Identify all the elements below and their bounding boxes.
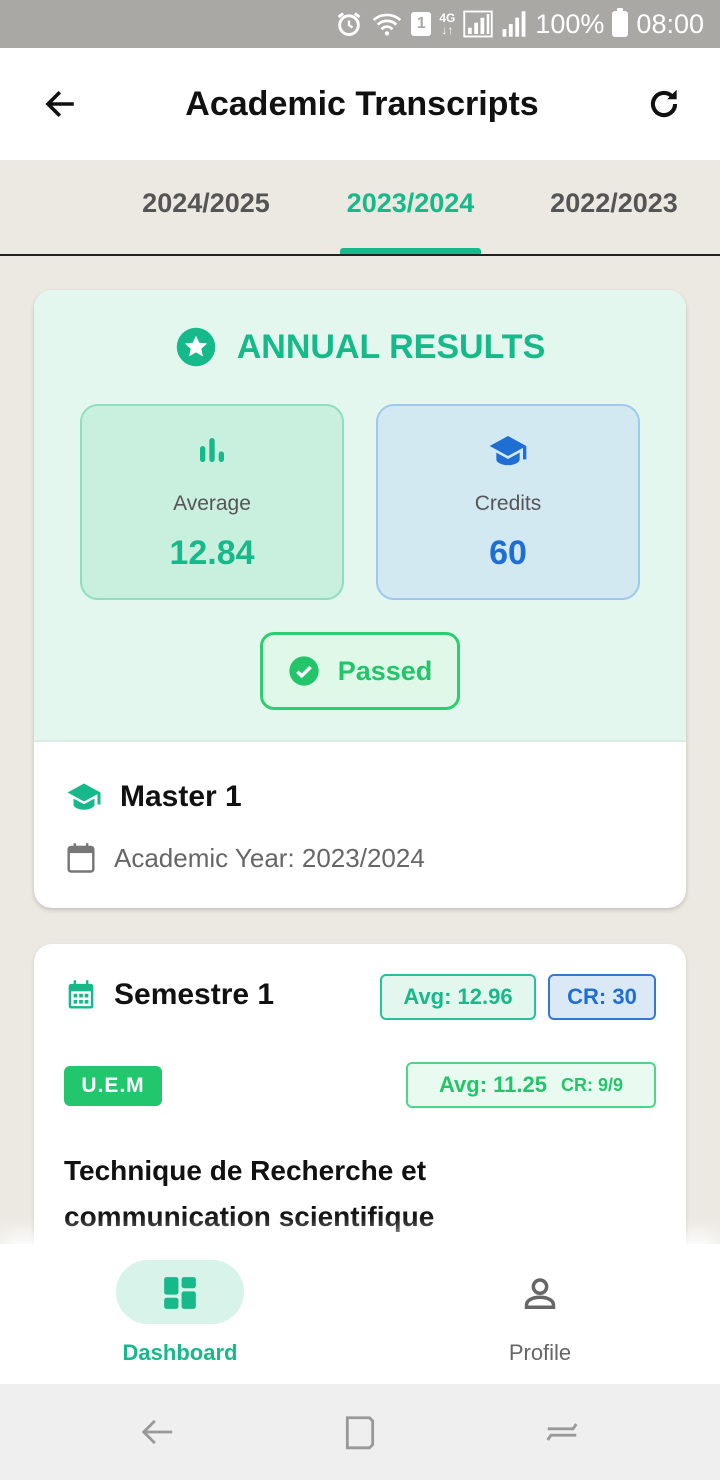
- status-bar: 1 4G ↓↑ 100% 08:00: [0, 0, 720, 48]
- graduation-cap-icon: [378, 434, 638, 468]
- average-stat: Average 12.84: [80, 404, 344, 600]
- credits-label: Credits: [474, 492, 542, 515]
- tab-2024-2025[interactable]: 2024/2025: [136, 188, 276, 219]
- nav-dashboard-label: Dashboard: [122, 1340, 238, 1365]
- dashboard-icon: [60, 1274, 300, 1312]
- nav-profile-label: Profile: [508, 1340, 572, 1365]
- annual-results-heading: ANNUAL RESULTS: [34, 326, 686, 368]
- academic-year-text: Academic Year: 2023/2024: [114, 842, 425, 873]
- active-tab-indicator: [340, 248, 481, 254]
- signal-icon-2: [501, 9, 527, 39]
- credits-value: 60: [489, 534, 527, 572]
- tab-2023-2024[interactable]: 2023/2024: [340, 188, 481, 219]
- calendar-icon: [68, 980, 94, 1009]
- system-home-button[interactable]: [340, 1412, 380, 1452]
- refresh-icon: [650, 89, 678, 118]
- battery-percent: 100%: [535, 8, 605, 39]
- wifi-icon: [371, 9, 403, 39]
- tab-2022-2023[interactable]: 2022/2023: [544, 188, 684, 219]
- system-recents-icon: [546, 1423, 578, 1441]
- bar-chart-icon: [82, 434, 342, 466]
- unit-credits: CR: 9/9: [561, 1074, 624, 1095]
- bottom-navigation: Dashboard Profile: [0, 1244, 720, 1384]
- unit-average: Avg: 11.25: [438, 1072, 547, 1097]
- level-name: Master 1: [120, 780, 242, 813]
- semester-average-badge: Avg: 12.96: [380, 974, 536, 1020]
- system-recents-button[interactable]: [542, 1412, 582, 1452]
- annual-results-card: ANNUAL RESULTS Average 12.84 Credits 60 …: [34, 290, 686, 908]
- sim-slot-icon: 1: [411, 12, 432, 36]
- semester-card[interactable]: Semestre 1 Avg: 12.96 CR: 30 U.E.M Avg: …: [34, 944, 686, 1284]
- academic-year-row: Academic Year: 2023/2024: [66, 842, 425, 874]
- signal-icon: [463, 9, 494, 39]
- status-badge: Passed: [260, 632, 460, 710]
- page-title: Academic Transcripts: [185, 84, 539, 123]
- annual-results-title: ANNUAL RESULTS: [236, 327, 546, 366]
- average-value: 12.84: [169, 534, 255, 572]
- nav-dashboard[interactable]: Dashboard: [60, 1260, 300, 1370]
- year-tabs: 2024/2025 2023/2024 2022/2023: [0, 160, 720, 256]
- star-badge-icon: [176, 327, 215, 367]
- status-label: Passed: [337, 655, 433, 686]
- graduation-cap-icon: [67, 783, 101, 810]
- app-bar: Academic Transcripts: [0, 48, 720, 160]
- person-icon: [420, 1274, 660, 1312]
- check-circle-icon: [289, 656, 319, 686]
- system-back-icon: [141, 1419, 173, 1445]
- credits-stat: Credits 60: [376, 404, 640, 600]
- unit-stats-badge: Avg: 11.25 CR: 9/9: [406, 1062, 656, 1108]
- system-navigation-bar: [0, 1384, 720, 1480]
- annual-results-summary: ANNUAL RESULTS Average 12.84 Credits 60 …: [34, 290, 686, 742]
- clock: 08:00: [636, 8, 704, 39]
- alarm-icon: [335, 9, 363, 39]
- level-row: Master 1: [66, 780, 242, 814]
- average-label: Average: [173, 492, 251, 515]
- calendar-icon: [67, 843, 95, 873]
- system-back-button[interactable]: [138, 1412, 178, 1452]
- network-type-icon: 4G ↓↑: [439, 11, 456, 37]
- semester-heading: Semestre 1: [66, 978, 274, 1012]
- semester-credits-badge: CR: 30: [548, 974, 656, 1020]
- back-button[interactable]: [32, 76, 88, 132]
- nav-profile[interactable]: Profile: [420, 1260, 660, 1370]
- arrow-back-icon: [45, 90, 74, 118]
- system-home-icon: [345, 1416, 375, 1450]
- refresh-button[interactable]: [636, 76, 692, 132]
- module-name: Technique de Recherche et communication …: [64, 1155, 435, 1232]
- semester-title: Semestre 1: [114, 978, 275, 1011]
- unit-code-badge: U.E.M: [64, 1066, 162, 1106]
- battery-icon: [612, 8, 629, 37]
